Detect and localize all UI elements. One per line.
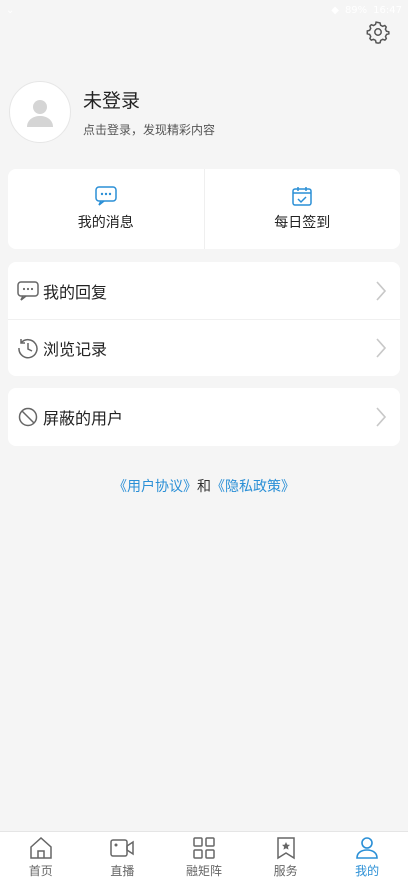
- blocked-users-item[interactable]: 屏蔽的用户: [8, 388, 400, 445]
- tab-label: 首页: [28, 864, 53, 878]
- default-user-icon: [27, 100, 53, 127]
- browse-history-item[interactable]: 浏览记录: [8, 319, 400, 376]
- wifi-icon: ◆: [331, 4, 339, 16]
- block-icon: [18, 407, 38, 426]
- row-label: 浏览记录: [43, 340, 108, 359]
- message-icon: [95, 186, 117, 206]
- tab-label: 服务: [273, 864, 298, 878]
- battery-level: 89%: [344, 4, 368, 16]
- calendar-check-icon: [292, 187, 312, 206]
- menu-card-1: 我的回复 浏览记录: [8, 262, 400, 376]
- tab-home[interactable]: 首页: [0, 832, 82, 883]
- user-agreement-link[interactable]: 《用户协议》: [113, 479, 197, 495]
- privacy-policy-link[interactable]: 《隐私政策》: [211, 479, 295, 495]
- row-label: 屏蔽的用户: [43, 408, 124, 428]
- quick-label: 我的消息: [77, 215, 134, 231]
- my-replies-item[interactable]: 我的回复: [8, 262, 400, 319]
- daily-checkin-button[interactable]: 每日签到: [203, 169, 401, 249]
- tab-live[interactable]: 直播: [82, 832, 164, 883]
- chevron-right-icon: [376, 280, 387, 301]
- bookmark-star-icon: [276, 837, 295, 860]
- grid-icon: [193, 837, 215, 859]
- profile-subtitle: 点击登录，发现精彩内容: [83, 123, 216, 137]
- settings-gear-icon[interactable]: [366, 20, 390, 44]
- tab-label: 融矩阵: [185, 864, 222, 878]
- comment-icon: [17, 280, 39, 301]
- status-time: 16:47: [373, 4, 402, 16]
- user-icon: [356, 837, 378, 859]
- policy-and: 和: [197, 479, 211, 495]
- home-icon: [30, 836, 52, 859]
- chevron-right-icon: [376, 406, 387, 427]
- tab-matrix[interactable]: 融矩阵: [163, 832, 245, 883]
- quick-label: 每日签到: [274, 215, 331, 231]
- tab-mine[interactable]: 我的: [326, 832, 408, 883]
- history-icon: [18, 338, 38, 359]
- menu-card-2: 屏蔽的用户: [8, 388, 400, 446]
- bottom-tab-bar: 首页 直播 融矩阵 服务 我的: [0, 831, 408, 883]
- avatar[interactable]: [9, 81, 71, 143]
- video-icon: [110, 839, 135, 857]
- status-bar: ⌄ ◆ 89% 16:47: [0, 0, 408, 20]
- profile-name: 未登录: [83, 90, 141, 112]
- tab-label: 我的: [355, 864, 380, 878]
- chevron-right-icon: [376, 338, 387, 358]
- row-label: 我的回复: [43, 282, 108, 302]
- my-messages-button[interactable]: 我的消息: [8, 169, 204, 249]
- signal-icon: ⌄: [6, 4, 15, 16]
- status-right: ◆ 89% 16:47: [331, 5, 402, 16]
- quick-actions-card: 我的消息 每日签到: [8, 169, 400, 249]
- tab-label: 直播: [110, 864, 135, 878]
- policy-links: 《用户协议》和《隐私政策》: [0, 476, 408, 496]
- profile-header[interactable]: 未登录 点击登录，发现精彩内容: [9, 81, 215, 143]
- tab-service[interactable]: 服务: [245, 832, 327, 883]
